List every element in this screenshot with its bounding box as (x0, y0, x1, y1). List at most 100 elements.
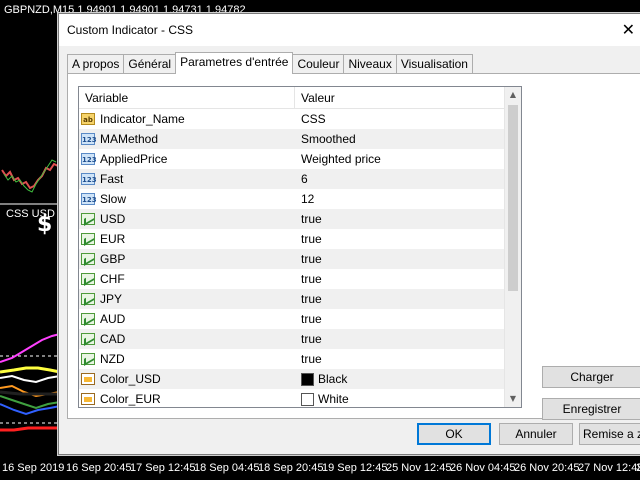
variable-value: 6 (301, 172, 308, 186)
load-button[interactable]: Charger (542, 366, 640, 388)
table-row[interactable]: CHF true (79, 269, 521, 289)
tab-a-propos[interactable]: A propos (67, 54, 125, 74)
scroll-up-icon[interactable]: ▲ (505, 87, 521, 103)
value-cell[interactable]: Smoothed (295, 132, 356, 146)
variable-name: CHF (100, 272, 125, 286)
boolean-type-icon (81, 213, 95, 225)
value-cell[interactable]: true (295, 332, 322, 346)
variable-value: Weighted price (301, 152, 381, 166)
tab-couleur[interactable]: Couleur (292, 54, 345, 74)
table-row[interactable]: NZD true (79, 349, 521, 369)
variable-value: White (318, 392, 349, 406)
value-cell[interactable]: true (295, 292, 322, 306)
variable-cell[interactable]: EUR (79, 229, 295, 249)
variable-value: true (301, 352, 322, 366)
close-icon[interactable]: ✕ (622, 20, 635, 39)
variable-cell[interactable]: USD (79, 209, 295, 229)
variable-value: true (301, 292, 322, 306)
variable-value: true (301, 332, 322, 346)
boolean-type-icon (81, 313, 95, 325)
table-row[interactable]: 123 Slow 12 (79, 189, 521, 209)
value-cell[interactable]: Black (295, 372, 347, 386)
scroll-thumb[interactable] (508, 105, 518, 291)
value-cell[interactable]: true (295, 272, 322, 286)
custom-indicator-dialog: Custom Indicator - CSS ✕ A propos Général… (58, 13, 640, 455)
value-cell[interactable]: CSS (295, 112, 326, 126)
table-row[interactable]: AUD true (79, 309, 521, 329)
tab-parametres-d-entr-e[interactable]: Parametres d'entrée (175, 52, 294, 74)
time-axis-label: 18 Sep 04:45 (194, 462, 260, 474)
grid-header: Variable Valeur (79, 87, 521, 109)
table-row[interactable]: JPY true (79, 289, 521, 309)
variable-name: JPY (100, 292, 123, 306)
integer-type-icon: 123 (81, 193, 97, 205)
color-type-icon (81, 373, 95, 385)
subwindow-label: CSS USD E (6, 208, 66, 220)
value-cell[interactable]: 12 (295, 192, 314, 206)
tab-g-n-ral[interactable]: Général (123, 54, 177, 74)
table-row[interactable]: 123 Fast 6 (79, 169, 521, 189)
variable-value: Smoothed (301, 132, 356, 146)
variable-cell[interactable]: 123 MAMethod (79, 129, 295, 149)
table-row[interactable]: ab Indicator_Name CSS (79, 109, 521, 129)
table-row[interactable]: 123 MAMethod Smoothed (79, 129, 521, 149)
boolean-type-icon (81, 293, 95, 305)
variable-cell[interactable]: Color_EUR (79, 389, 295, 407)
value-cell[interactable]: true (295, 232, 322, 246)
tab-niveaux[interactable]: Niveaux (343, 54, 397, 74)
variable-cell[interactable]: 123 Slow (79, 189, 295, 209)
variable-cell[interactable]: CAD (79, 329, 295, 349)
ok-button[interactable]: OK (417, 423, 491, 445)
variable-name: AppliedPrice (100, 152, 168, 166)
variable-name: Fast (100, 172, 124, 186)
variable-cell[interactable]: ab Indicator_Name (79, 109, 295, 129)
variable-cell[interactable]: AUD (79, 309, 295, 329)
table-row[interactable]: EUR true (79, 229, 521, 249)
value-cell[interactable]: true (295, 352, 322, 366)
variable-cell[interactable]: Color_USD (79, 369, 295, 389)
variable-value: Black (318, 372, 348, 386)
variable-cell[interactable]: 123 AppliedPrice (79, 149, 295, 169)
table-row[interactable]: 123 AppliedPrice Weighted price (79, 149, 521, 169)
value-cell[interactable]: 6 (295, 172, 308, 186)
dialog-titlebar[interactable]: Custom Indicator - CSS ✕ (59, 14, 640, 46)
table-row[interactable]: USD true (79, 209, 521, 229)
variable-cell[interactable]: JPY (79, 289, 295, 309)
time-axis-label: 18 Sep 20:45 (258, 462, 324, 474)
boolean-type-icon (81, 233, 95, 245)
value-cell[interactable]: White (295, 392, 349, 406)
value-cell[interactable]: true (295, 312, 322, 326)
variable-value: true (301, 232, 322, 246)
value-cell[interactable]: true (295, 252, 322, 266)
time-axis-label: 16 Sep 2019 (2, 462, 65, 474)
time-axis-label: 16 Sep 20:45 (66, 462, 132, 474)
tab-strip: A propos Général Parametres d'entrée Couleu… (67, 52, 473, 74)
table-row[interactable]: Color_USD Black (79, 369, 521, 389)
string-type-icon: ab (81, 113, 95, 125)
table-row[interactable]: Color_EUR White (79, 389, 521, 407)
grid-scrollbar[interactable]: ▲ ▼ (504, 87, 521, 407)
time-axis-label: 26 Nov 04:45 (450, 462, 516, 474)
table-row[interactable]: CAD true (79, 329, 521, 349)
integer-type-icon: 123 (81, 153, 97, 165)
integer-type-icon: 123 (81, 173, 97, 185)
save-button[interactable]: Enregistrer (542, 398, 640, 420)
variable-value: CSS (301, 112, 326, 126)
variable-cell[interactable]: 123 Fast (79, 169, 295, 189)
column-header-variable[interactable]: Variable (79, 87, 295, 108)
variable-cell[interactable]: NZD (79, 349, 295, 369)
scroll-down-icon[interactable]: ▼ (505, 391, 521, 407)
tab-panel-inputs: Variable Valeur ab Indicator_Name CSS 123 MA… (67, 73, 640, 420)
variable-name: MAMethod (100, 132, 159, 146)
variable-cell[interactable]: CHF (79, 269, 295, 289)
column-header-value[interactable]: Valeur (295, 87, 335, 108)
time-axis-label: 28 Nov (636, 462, 640, 474)
variable-cell[interactable]: GBP (79, 249, 295, 269)
value-cell[interactable]: Weighted price (295, 152, 381, 166)
value-cell[interactable]: true (295, 212, 322, 226)
reset-button[interactable]: Remise a zéro (579, 423, 640, 445)
table-row[interactable]: GBP true (79, 249, 521, 269)
tab-visualisation[interactable]: Visualisation (395, 54, 473, 74)
variable-name: Color_EUR (100, 392, 161, 406)
cancel-button[interactable]: Annuler (499, 423, 573, 445)
